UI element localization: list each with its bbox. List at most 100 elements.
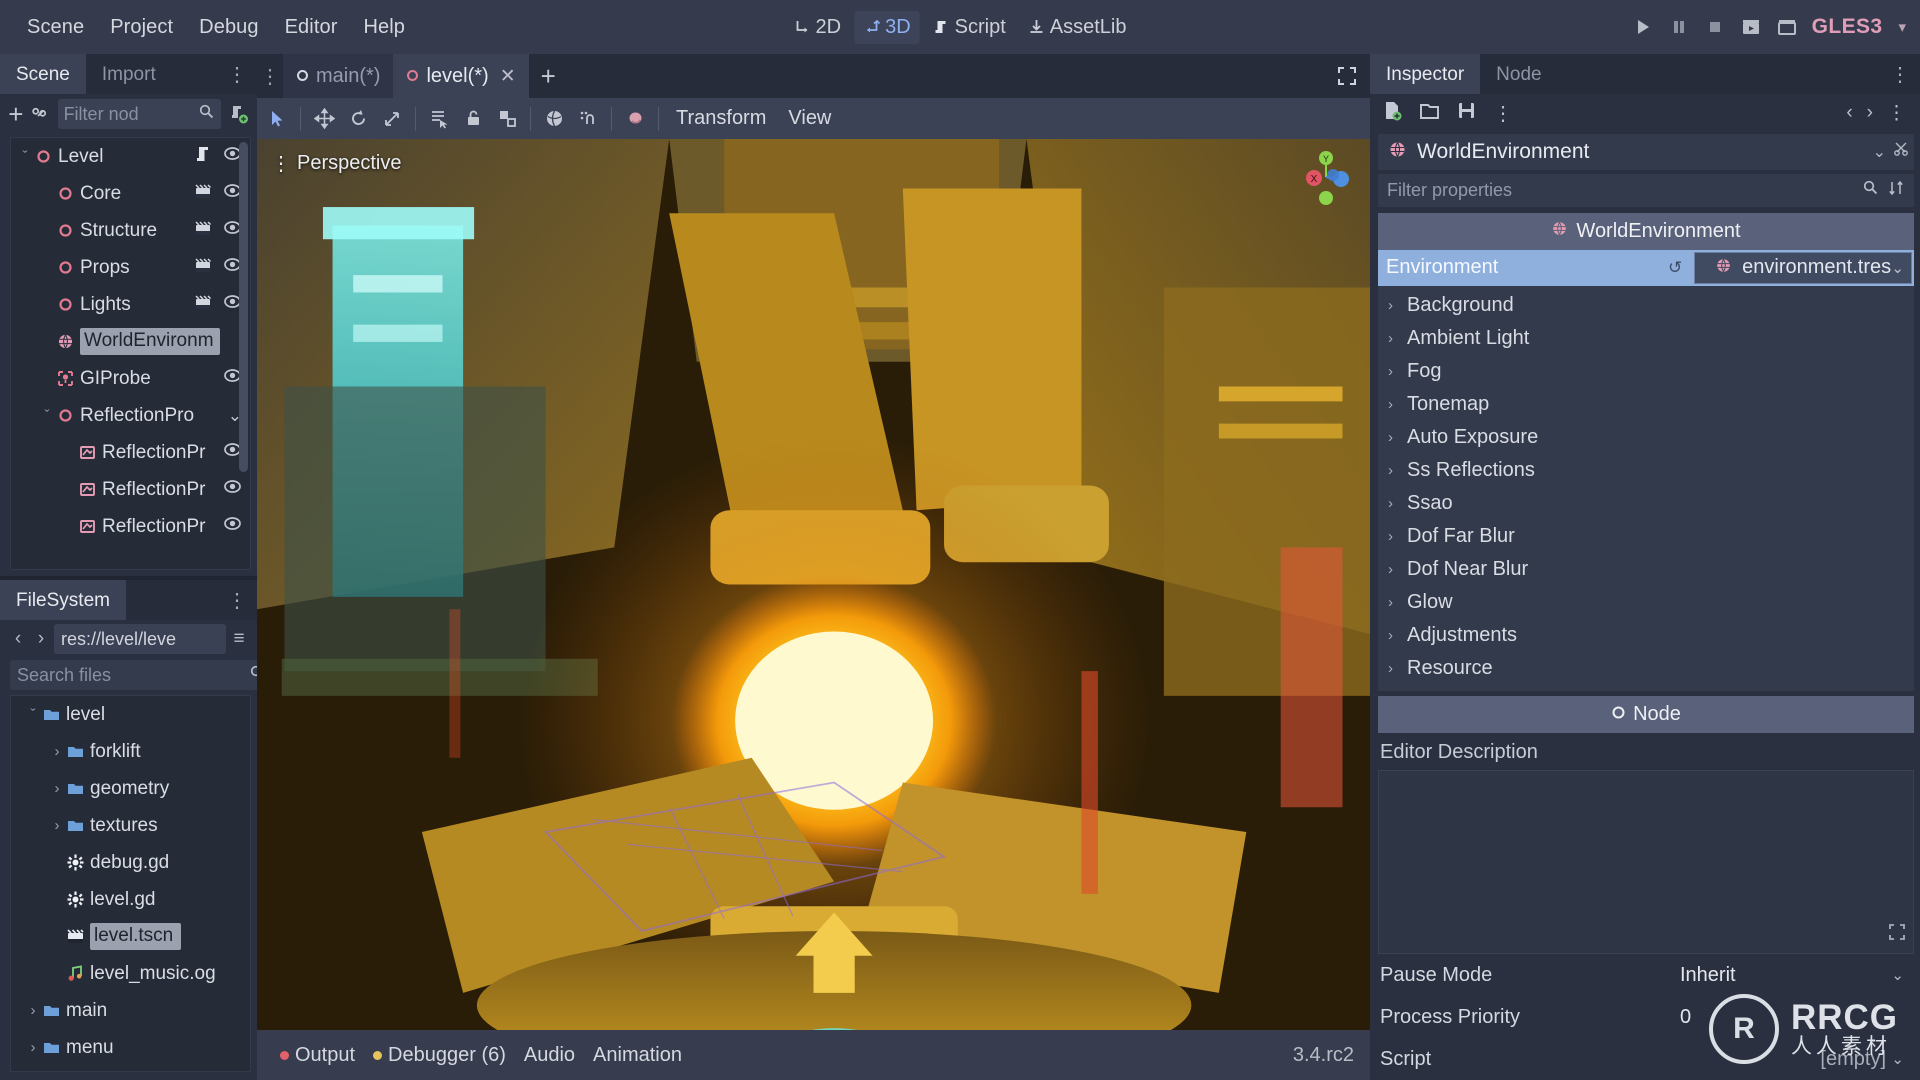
bottom-tab-debugger[interactable]: Debugger (6): [364, 1040, 515, 1071]
filesystem-tree[interactable]: ˇ level › forklift › geometry › textures debug.g…: [10, 695, 251, 1072]
chevron-right-icon[interactable]: ›: [1388, 528, 1398, 545]
local-space-tool[interactable]: [538, 103, 570, 135]
script-icon[interactable]: [194, 145, 212, 169]
chevron-right-icon[interactable]: ›: [1388, 462, 1398, 479]
filesystem-row[interactable]: ˇ level: [11, 696, 250, 733]
scene-tab-main[interactable]: main(*): [283, 54, 394, 98]
inspector-subproperty-row[interactable]: › Glow: [1378, 586, 1914, 619]
filesystem-row[interactable]: › textures: [11, 807, 250, 844]
renderer-label[interactable]: GLES3: [1812, 15, 1883, 39]
scene-tree[interactable]: ˇ Level Core Structure Props Lights WorldEnvir…: [10, 137, 251, 570]
scene-tree-row[interactable]: ˇ Level: [11, 138, 250, 175]
tab-import[interactable]: Import: [86, 54, 172, 94]
menu-item-help[interactable]: Help: [350, 10, 418, 45]
mode-button-3d[interactable]: 3D: [854, 10, 920, 44]
scene-tree-row[interactable]: ReflectionPr: [11, 471, 250, 508]
nav-back-icon[interactable]: ‹: [8, 628, 28, 650]
scale-mode-tool[interactable]: [376, 103, 408, 135]
filesystem-row[interactable]: › main: [11, 992, 250, 1029]
nav-forward-icon[interactable]: ›: [31, 628, 51, 650]
new-scene-button[interactable]: +: [529, 54, 568, 98]
play-button[interactable]: [1632, 16, 1654, 38]
distraction-free-icon[interactable]: [1324, 54, 1370, 98]
scene-dock-menu-icon[interactable]: ⋮: [227, 62, 247, 87]
scene-tree-row[interactable]: WorldEnvironm: [11, 323, 250, 360]
inspector-subproperty-row[interactable]: › Adjustments: [1378, 619, 1914, 652]
load-resource-icon[interactable]: [1419, 100, 1440, 126]
perspective-label-group[interactable]: ⋮ Perspective: [271, 151, 402, 176]
inspector-subproperty-row[interactable]: › Fog: [1378, 355, 1914, 388]
chevron-down-icon[interactable]: ⌄: [1891, 259, 1904, 277]
filesystem-dock-menu-icon[interactable]: ⋮: [227, 588, 247, 613]
select-mode-tool[interactable]: [261, 103, 293, 135]
filesystem-row[interactable]: › forklift: [11, 733, 250, 770]
chevron-right-icon[interactable]: ›: [1388, 297, 1398, 314]
scene-tab-level[interactable]: level(*) ✕: [393, 54, 529, 98]
expand-icon[interactable]: [1887, 922, 1907, 947]
chevron-right-icon[interactable]: ›: [1388, 495, 1398, 512]
history-next-icon[interactable]: ›: [1867, 102, 1873, 125]
toggle-sort-properties-icon[interactable]: [1887, 179, 1905, 202]
chevron-right-icon[interactable]: ›: [1388, 396, 1398, 413]
current-path-label[interactable]: res://level/leve: [54, 624, 226, 654]
history-prev-icon[interactable]: ‹: [1846, 102, 1852, 125]
tree-twisty-icon[interactable]: ›: [25, 1039, 41, 1056]
tab-filesystem[interactable]: FileSystem: [0, 580, 126, 620]
editor-description-textarea[interactable]: [1378, 769, 1914, 955]
tree-twisty-icon[interactable]: ›: [25, 1002, 41, 1019]
filesystem-row[interactable]: level.tscn: [11, 918, 250, 955]
transform-menu-button[interactable]: Transform: [666, 103, 776, 134]
scene-tree-row[interactable]: Lights: [11, 286, 250, 323]
tab-scene[interactable]: Scene: [0, 54, 86, 94]
scene-tabs-menu-icon[interactable]: ⋮: [257, 54, 283, 98]
revert-property-icon[interactable]: ↺: [1668, 258, 1694, 278]
filesystem-row[interactable]: level.gd: [11, 881, 250, 918]
chevron-down-icon[interactable]: ⌄: [1891, 966, 1904, 984]
path-options-icon[interactable]: ≡: [229, 628, 249, 650]
inspected-node-header[interactable]: WorldEnvironment ⌄: [1378, 134, 1914, 170]
chevron-right-icon[interactable]: ›: [1388, 660, 1398, 677]
lock-selected-tool[interactable]: [457, 103, 489, 135]
node-tools-icon[interactable]: [1892, 140, 1910, 163]
filesystem-row[interactable]: › menu: [11, 1029, 250, 1066]
tab-inspector[interactable]: Inspector: [1370, 54, 1481, 94]
view-menu-dots-icon[interactable]: ⋮: [271, 151, 291, 176]
open-scene-icon[interactable]: [194, 293, 212, 317]
filter-properties-input[interactable]: [1387, 179, 1854, 201]
close-icon[interactable]: ✕: [500, 65, 516, 88]
pause-button[interactable]: [1668, 16, 1690, 38]
filesystem-search-box[interactable]: [10, 660, 273, 690]
chevron-right-icon[interactable]: ›: [1388, 363, 1398, 380]
stop-button[interactable]: [1704, 16, 1726, 38]
history-menu-icon[interactable]: ⋮: [1887, 102, 1906, 125]
menu-item-project[interactable]: Project: [97, 10, 186, 45]
save-resource-icon[interactable]: [1456, 100, 1477, 126]
scene-tree-row[interactable]: ReflectionPr: [11, 434, 250, 471]
inspector-dock-menu-icon[interactable]: ⋮: [1890, 62, 1910, 87]
inspector-property-row[interactable]: Pause Mode Inherit ⌄: [1370, 954, 1920, 996]
chevron-right-icon[interactable]: ›: [1388, 594, 1398, 611]
tree-twisty-icon[interactable]: ›: [49, 817, 65, 834]
menu-item-debug[interactable]: Debug: [186, 10, 271, 45]
inspector-subproperty-row[interactable]: › Background: [1378, 289, 1914, 322]
inspector-filter-box[interactable]: [1378, 173, 1914, 208]
environment-resource-field[interactable]: environment.tres ⌄: [1694, 251, 1912, 284]
chevron-right-icon[interactable]: ›: [1388, 330, 1398, 347]
3d-viewport[interactable]: ⋮ Perspective Y X: [257, 139, 1370, 1030]
tree-twisty-icon[interactable]: ˇ: [39, 407, 55, 424]
tree-twisty-icon[interactable]: ˇ: [17, 148, 33, 165]
bottom-tab-output[interactable]: Output: [271, 1040, 364, 1071]
rotate-mode-tool[interactable]: [342, 103, 374, 135]
play-custom-scene-button[interactable]: [1776, 16, 1798, 38]
view-menu-button[interactable]: View: [778, 103, 841, 134]
inspector-subproperty-row[interactable]: › Ambient Light: [1378, 322, 1914, 355]
camera-preview-tool[interactable]: [619, 103, 651, 135]
axis-gizmo[interactable]: Y X: [1300, 149, 1356, 205]
tab-node[interactable]: Node: [1480, 54, 1557, 94]
inspector-subproperty-row[interactable]: › Tonemap: [1378, 388, 1914, 421]
new-resource-icon[interactable]: [1382, 100, 1403, 126]
inspector-subproperty-row[interactable]: › Dof Near Blur: [1378, 553, 1914, 586]
search-files-input[interactable]: [17, 664, 249, 686]
tree-twisty-icon[interactable]: ˇ: [25, 706, 41, 723]
menu-item-scene[interactable]: Scene: [14, 10, 97, 45]
